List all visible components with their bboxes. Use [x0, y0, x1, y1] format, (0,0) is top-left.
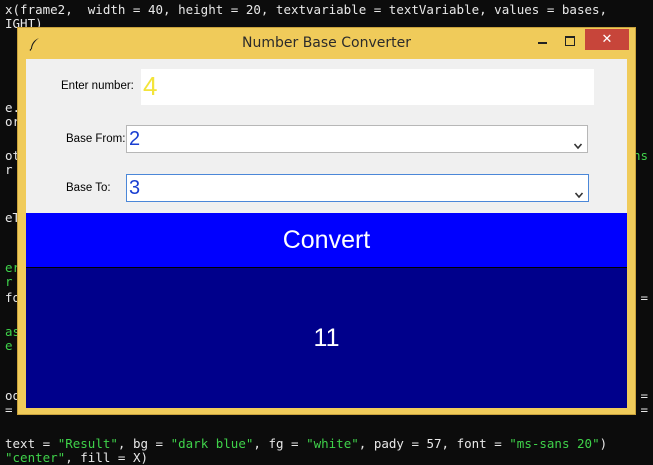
- minimize-button[interactable]: [529, 31, 555, 51]
- terminal-code-line: "center", fill = X): [5, 450, 149, 465]
- terminal-fragment: =: [640, 388, 648, 403]
- number-input[interactable]: 4: [141, 69, 594, 105]
- maximize-button[interactable]: [557, 31, 583, 51]
- result-panel: 11: [26, 268, 627, 408]
- number-label: Enter number:: [61, 80, 134, 92]
- terminal-line: x(frame2, width = 40, height = 20, textv…: [5, 2, 608, 17]
- base-from-value: 2: [129, 128, 141, 150]
- terminal-line: =: [5, 402, 13, 417]
- convert-button[interactable]: Convert: [26, 213, 627, 268]
- app-content: Enter number: 4 Base From: 2 Base To: 3 …: [26, 59, 627, 408]
- minimize-icon: [537, 42, 547, 44]
- maximize-icon: [565, 36, 575, 46]
- terminal-code-line: text = "Result", bg = "dark blue", fg = …: [5, 436, 608, 451]
- chevron-down-icon: [574, 183, 584, 199]
- base-to-label: Base To:: [66, 182, 111, 194]
- close-button[interactable]: ✕: [585, 29, 629, 50]
- terminal-fragment: =: [640, 402, 648, 417]
- terminal-line: r: [5, 162, 13, 177]
- app-window: Number Base Converter ✕ Enter number: 4 …: [17, 27, 636, 415]
- close-icon: ✕: [601, 32, 613, 47]
- terminal-fragment: =: [640, 290, 648, 305]
- convert-button-label: Convert: [282, 225, 371, 254]
- base-to-value: 3: [129, 177, 141, 199]
- title-bar[interactable]: Number Base Converter ✕: [18, 28, 635, 59]
- base-from-select[interactable]: 2: [126, 125, 588, 153]
- terminal-line: r: [5, 274, 13, 289]
- result-value: 11: [313, 323, 340, 352]
- base-from-label: Base From:: [66, 133, 126, 145]
- number-input-value: 4: [143, 71, 158, 101]
- chevron-down-icon: [573, 134, 583, 150]
- terminal-line: e: [5, 338, 13, 353]
- base-to-select[interactable]: 3: [126, 174, 589, 202]
